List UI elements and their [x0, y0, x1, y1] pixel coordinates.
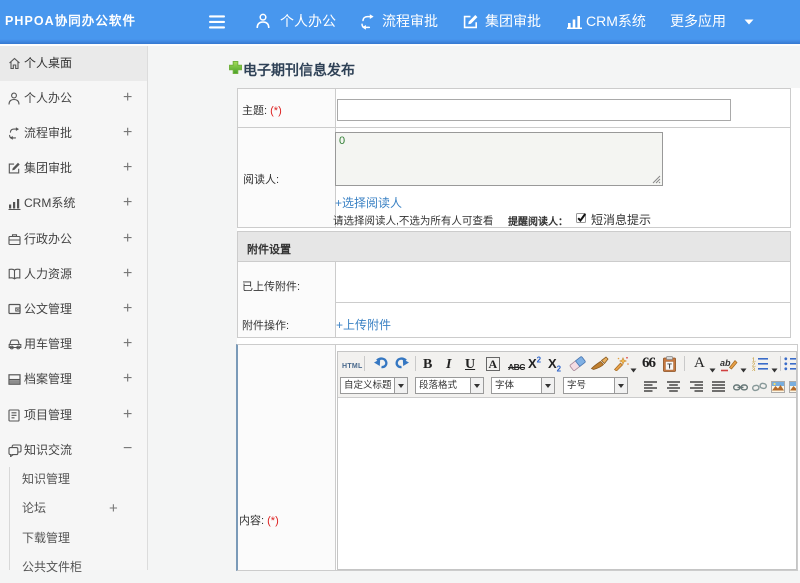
svg-text:ab: ab	[720, 358, 731, 368]
svg-text:T: T	[667, 362, 672, 371]
svg-text:3.: 3.	[752, 368, 757, 372]
